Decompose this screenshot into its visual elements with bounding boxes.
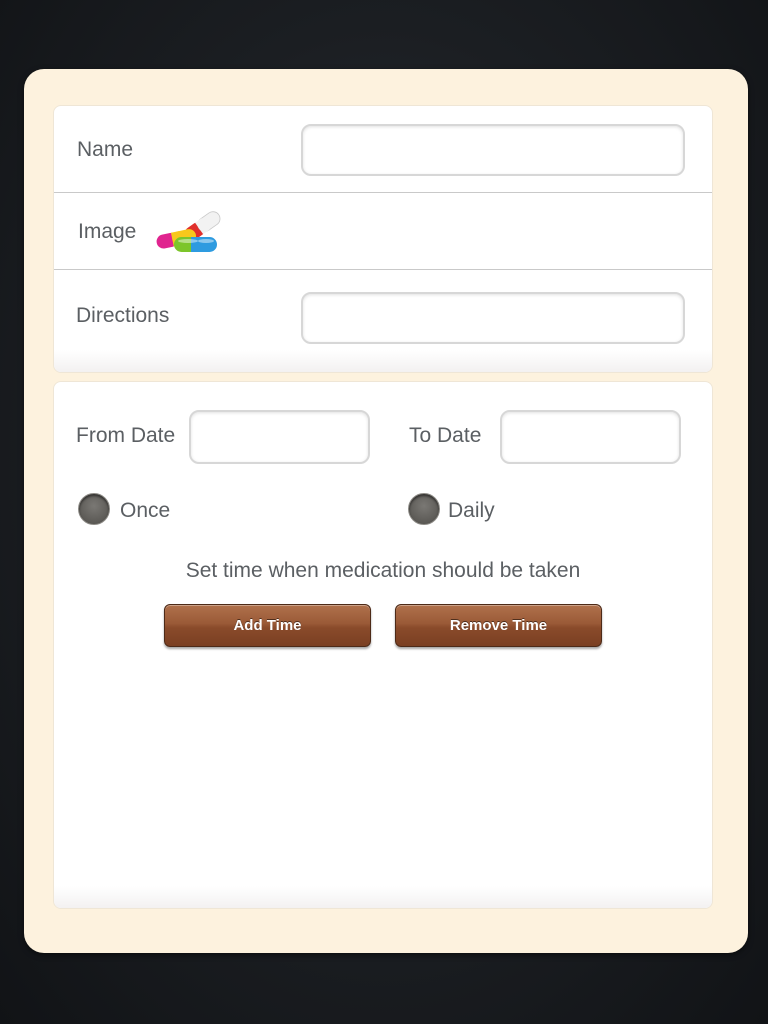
add-time-button[interactable]: Add Time (164, 604, 371, 647)
directions-input[interactable] (301, 292, 685, 344)
once-radio[interactable] (78, 493, 110, 525)
to-date-label: To Date (409, 424, 482, 447)
to-date-input[interactable] (500, 410, 681, 464)
image-row: Image (54, 193, 712, 270)
daily-radio[interactable] (408, 493, 440, 525)
remove-time-button[interactable]: Remove Time (395, 604, 602, 647)
medication-form-card: Name Image Directions From Date To Date … (24, 69, 748, 953)
medication-details-panel: Name Image Directions (53, 105, 713, 373)
name-input[interactable] (301, 124, 685, 176)
set-time-hint: Set time when medication should be taken (185, 559, 581, 582)
image-label: Image (78, 220, 137, 243)
from-date-input[interactable] (189, 410, 370, 464)
pills-icon[interactable] (154, 203, 230, 255)
name-row: Name (54, 106, 712, 193)
schedule-panel: From Date To Date Once Daily Set time wh… (53, 381, 713, 909)
from-date-label: From Date (76, 424, 176, 447)
daily-label: Daily (448, 499, 495, 522)
panel-bottom-shade (54, 886, 712, 908)
panel-bottom-shade (54, 350, 712, 372)
directions-label: Directions (76, 304, 170, 327)
name-label: Name (77, 138, 134, 161)
once-label: Once (120, 499, 171, 522)
